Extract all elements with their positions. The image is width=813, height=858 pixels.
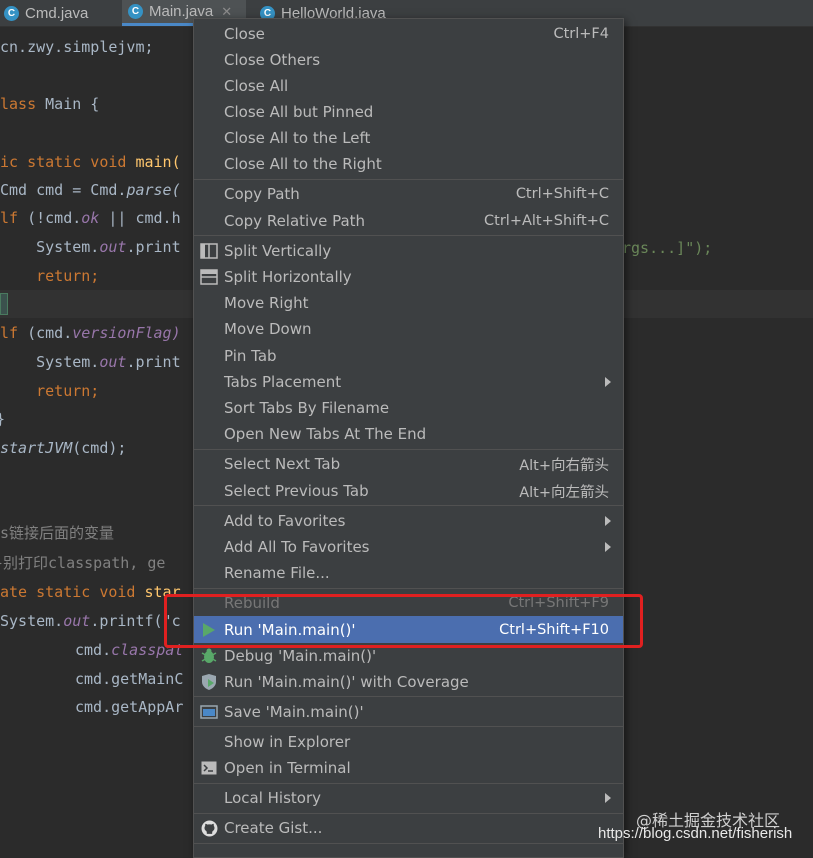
menu-item-add-to-favorites[interactable]: Add to Favorites [194,508,623,534]
menu-item-move-down[interactable]: Move Down [194,316,623,342]
code-line: lf (!cmd.ok || cmd.h [0,209,181,227]
menu-separator [194,783,623,784]
menu-separator [194,726,623,727]
menu-item-close-all-but-pinned[interactable]: Close All but Pinned [194,99,623,125]
menu-item-split-horizontally[interactable]: Split Horizontally [194,264,623,290]
menu-item-local-history[interactable]: Local History [194,785,623,811]
code-line: Cmd cmd = Cmd.parse( [0,181,181,199]
brace-match-marker [0,293,8,315]
menu-item-select-previous-tab[interactable]: Select Previous Tab Alt+向左箭头 [194,478,623,504]
code-line: cn.zwy.simplejvm; [0,38,154,56]
menu-item-close[interactable]: Close Ctrl+F4 [194,21,623,47]
code-line: ic static void main( [0,153,181,171]
submenu-arrow-icon [605,377,611,387]
menu-separator [194,235,623,236]
code-comment: }别打印classpath, ge [0,554,166,572]
menu-item-tabs-placement[interactable]: Tabs Placement [194,369,623,395]
code-line: System.out.printf("c [0,612,181,630]
java-class-icon: C [4,5,19,21]
debug-icon [200,647,218,665]
highlight-annotation-box [164,594,643,648]
menu-item-show-in-explorer[interactable]: Show in Explorer [194,729,623,755]
tab-label: Cmd.java [25,4,89,22]
code-line: System.out.print [0,238,181,256]
menu-item-close-others[interactable]: Close Others [194,47,623,73]
code-line: } [0,405,5,433]
code-line: ate static void star [0,583,181,601]
menu-item-create-gist[interactable]: Create Gist... [194,815,623,841]
code-line-tail: rgs...]"); [622,239,713,257]
menu-item-move-right[interactable]: Move Right [194,290,623,316]
terminal-icon [200,759,218,777]
java-class-icon: C [128,4,143,19]
submenu-arrow-icon [605,516,611,526]
code-line: return; [0,267,100,285]
code-line: cmd.getAppAr [75,698,184,716]
tab-context-menu: Close Ctrl+F4 Close Others Close All Clos… [193,18,624,858]
submenu-arrow-icon [605,793,611,803]
split-horizontally-icon [200,268,218,286]
menu-item-save-main[interactable]: Save 'Main.main()' [194,699,623,725]
coverage-icon [200,673,218,691]
menu-item-copy-path[interactable]: Copy Path Ctrl+Shift+C [194,181,623,207]
watermark-url: https://blog.csdn.net/fisherish [598,825,793,842]
code-line: startJVM(cmd); [0,439,127,457]
menu-item-select-next-tab[interactable]: Select Next Tab Alt+向右箭头 [194,451,623,477]
menu-item-pin-tab[interactable]: Pin Tab [194,343,623,369]
menu-separator [194,588,623,589]
menu-item-sort-tabs[interactable]: Sort Tabs By Filename [194,395,623,421]
code-line: lass Main { [0,95,100,113]
menu-item-open-new-tabs-end[interactable]: Open New Tabs At The End [194,421,623,447]
menu-separator [194,843,623,844]
tab-cmd-java[interactable]: C Cmd.java [0,0,122,26]
github-icon [200,819,218,837]
menu-separator [194,449,623,450]
split-vertically-icon [200,242,218,260]
menu-separator [194,696,623,697]
menu-separator [194,813,623,814]
menu-item-add-all-to-favorites[interactable]: Add All To Favorites [194,534,623,560]
menu-item-open-in-terminal[interactable]: Open in Terminal [194,755,623,781]
menu-item-rename-file[interactable]: Rename File... [194,560,623,586]
code-line: lf (cmd.versionFlag) [0,324,181,342]
menu-item-split-vertically[interactable]: Split Vertically [194,238,623,264]
menu-item-close-all-right[interactable]: Close All to the Right [194,151,623,177]
code-line: return; [0,382,100,400]
menu-item-close-all-left[interactable]: Close All to the Left [194,125,623,151]
submenu-arrow-icon [605,542,611,552]
menu-item-run-coverage[interactable]: Run 'Main.main()' with Coverage [194,669,623,695]
menu-item-close-all[interactable]: Close All [194,73,623,99]
code-line: System.out.print [0,353,181,371]
menu-separator [194,179,623,180]
save-config-icon [200,703,218,721]
code-line: cmd.getMainC [75,670,184,688]
menu-item-copy-relative-path[interactable]: Copy Relative Path Ctrl+Alt+Shift+C [194,208,623,234]
code-comment: s链接后面的变量 [0,524,115,542]
menu-separator [194,505,623,506]
